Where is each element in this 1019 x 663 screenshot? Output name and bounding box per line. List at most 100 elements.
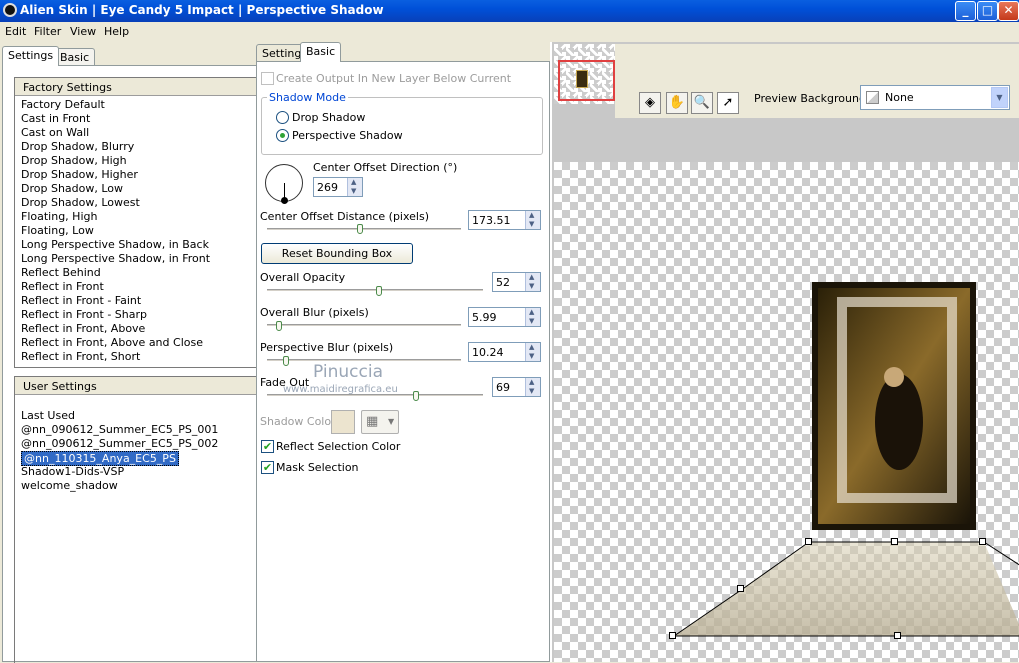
bounding-handle[interactable] [669,632,676,639]
factory-settings-header: Factory Settings [15,78,259,96]
factory-setting-item[interactable]: Cast on Wall [21,126,89,139]
preview-background-select[interactable]: None ▼ [860,85,1010,110]
title-bar: Alien Skin | Eye Candy 5 Impact | Perspe… [0,0,1019,22]
opacity-slider-track [267,289,483,292]
preview-background-label: Preview Background: [754,92,870,105]
create-output-label: Create Output In New Layer Below Current [276,72,512,85]
basic-panel: Create Output In New Layer Below Current… [256,61,550,662]
menu-filter[interactable]: Filter [34,25,61,38]
user-setting-item[interactable]: Shadow1-Dids-VSP [21,465,124,478]
factory-setting-item[interactable]: Drop Shadow, Lowest [21,196,140,209]
factory-setting-item[interactable]: Reflect in Front, Above and Close [21,336,203,349]
create-output-checkbox[interactable] [261,72,274,85]
distance-slider-thumb[interactable] [357,224,364,234]
factory-setting-item[interactable]: Drop Shadow, High [21,154,127,167]
factory-setting-item[interactable]: Factory Default [21,98,105,111]
user-setting-item[interactable]: @nn_090612_Summer_EC5_PS_002 [21,437,218,450]
distance-label: Center Offset Distance (pixels) [260,210,430,223]
factory-setting-item[interactable]: Reflect in Front [21,280,104,293]
opacity-slider-thumb[interactable] [376,286,383,296]
factory-setting-item[interactable]: Drop Shadow, Blurry [21,140,134,153]
factory-setting-item[interactable]: Long Perspective Shadow, in Front [21,252,210,265]
tab-basic-mid[interactable]: Basic [300,42,342,62]
direction-dial[interactable] [265,164,303,204]
factory-setting-item[interactable]: Floating, Low [21,224,94,237]
tab-basic-left[interactable]: Basic [54,48,96,66]
factory-setting-item[interactable]: Reflect in Front, Short [21,350,140,363]
factory-setting-item[interactable]: Long Perspective Shadow, in Back [21,238,209,251]
user-setting-item[interactable]: @nn_110315_Anya_EC5_PS [21,451,179,466]
bounding-handle[interactable] [805,538,812,545]
perspective-shadow-radio[interactable] [276,129,289,142]
drop-shadow-label: Drop Shadow [292,111,366,124]
opacity-label: Overall Opacity [260,271,346,284]
color-palette-button[interactable]: ▦ ▼ [361,410,399,434]
user-setting-item[interactable]: @nn_090612_Summer_EC5_PS_001 [21,423,218,436]
user-setting-item[interactable]: Last Used [21,409,75,422]
mask-selection-checkbox[interactable]: ✔ [261,461,274,474]
shadow-mode-group [261,97,543,155]
chevron-down-icon[interactable]: ▼ [991,87,1008,108]
shadow-color-swatch[interactable] [331,410,355,434]
bounding-handle[interactable] [894,632,901,639]
menu-view[interactable]: View [70,25,96,38]
fade-out-stepper[interactable]: 69 ▲ ▼ [492,377,541,397]
menu-edit[interactable]: Edit [5,25,26,38]
distance-stepper[interactable]: 173.51 ▲ ▼ [468,210,541,230]
reset-bounding-box-button[interactable]: Reset Bounding Box [261,243,413,264]
user-setting-item[interactable]: welcome_shadow [21,479,118,492]
maximize-button[interactable]: □ [977,1,998,21]
preview-canvas[interactable] [554,162,1019,662]
direction-stepper[interactable]: 269 ▲ ▼ [313,177,363,197]
fade-out-slider-thumb[interactable] [413,391,420,401]
factory-setting-item[interactable]: Floating, High [21,210,97,223]
perspective-blur-stepper[interactable]: 10.24 ▲ ▼ [468,342,541,362]
blur-stepper[interactable]: 5.99 ▲ ▼ [468,307,541,327]
factory-setting-item[interactable]: Reflect in Front - Sharp [21,308,147,321]
tab-settings-left[interactable]: Settings [2,46,60,66]
distance-slider-track [267,228,461,231]
blur-label: Overall Blur (pixels) [260,306,369,319]
user-settings-list: Last Used @nn_090612_Summer_EC5_PS_001 @nn… [17,409,257,659]
arrow-pointer-icon[interactable]: ➚ [717,92,739,114]
hand-icon[interactable]: ✋ [666,92,688,114]
reflect-selection-color-checkbox[interactable]: ✔ [261,440,274,453]
user-settings-group: User Settings Last Used @nn_090612_Summer… [14,376,259,663]
user-settings-header: User Settings [15,377,259,395]
navigator-thumbnail[interactable] [554,44,615,104]
factory-setting-item[interactable]: Reflect Behind [21,266,101,279]
drop-shadow-radio[interactable] [276,111,289,124]
close-button[interactable]: ✕ [998,1,1019,21]
factory-setting-item[interactable]: Reflect in Front, Above [21,322,145,335]
chevron-down-icon: ▼ [388,417,395,426]
perspective-shadow-overlay [673,282,1019,637]
shadow-color-label: Shadow Color [260,415,336,428]
shadow-shape [674,542,1019,636]
bounding-handle[interactable] [979,538,986,545]
bounding-handle[interactable] [737,585,744,592]
factory-setting-item[interactable]: Reflect in Front - Faint [21,294,141,307]
factory-setting-item[interactable]: Drop Shadow, Low [21,182,123,195]
preview-area: ◈ ✋ 🔍 ➚ Preview Background: None ▼ [550,42,1019,662]
opacity-value: 52 [496,276,510,289]
bounding-handle[interactable] [891,538,898,545]
blur-slider-thumb[interactable] [275,321,282,331]
distance-value: 173.51 [472,214,511,227]
app-icon [3,3,17,17]
preview-background-value: None [885,91,914,104]
palette-grid-icon: ▦ [366,414,379,429]
blur-slider-track [267,324,461,327]
menu-help[interactable]: Help [104,25,129,38]
minimize-button[interactable]: _ [955,1,976,21]
direction-label: Center Offset Direction (°) [313,161,458,174]
factory-setting-item[interactable]: Drop Shadow, Higher [21,168,138,181]
factory-setting-item[interactable]: Cast in Front [21,112,90,125]
cello-shape [875,374,923,470]
mask-selection-label: Mask Selection [276,461,359,474]
zoom-icon[interactable]: 🔍 [691,92,713,114]
shadow-mode-label: Shadow Mode [267,91,348,104]
perspective-blur-label: Perspective Blur (pixels) [260,341,394,354]
opacity-stepper[interactable]: 52 ▲ ▼ [492,272,541,292]
perspective-blur-slider-thumb[interactable] [283,356,290,366]
zoom-fit-icon[interactable]: ◈ [639,92,661,114]
